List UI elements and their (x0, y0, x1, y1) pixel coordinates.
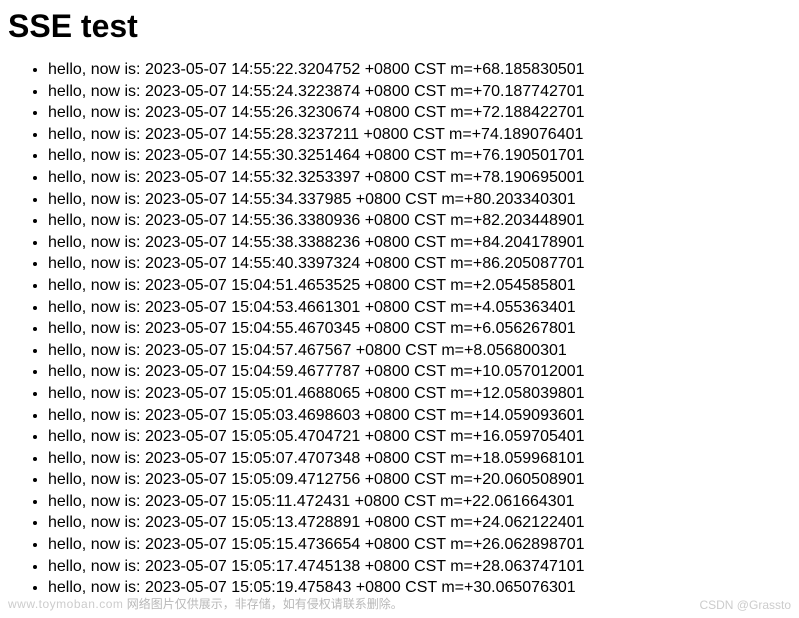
log-entry: hello, now is: 2023-05-07 14:55:30.32514… (48, 145, 799, 167)
log-entry: hello, now is: 2023-05-07 14:55:24.32238… (48, 81, 799, 103)
log-entry: hello, now is: 2023-05-07 15:04:53.46613… (48, 297, 799, 319)
log-entry: hello, now is: 2023-05-07 14:55:28.32372… (48, 124, 799, 146)
log-entry: hello, now is: 2023-05-07 15:05:01.46880… (48, 383, 799, 405)
log-entry: hello, now is: 2023-05-07 14:55:34.33798… (48, 189, 799, 211)
log-entry: hello, now is: 2023-05-07 14:55:26.32306… (48, 102, 799, 124)
log-entry: hello, now is: 2023-05-07 14:55:38.33882… (48, 232, 799, 254)
log-entry: hello, now is: 2023-05-07 15:04:59.46777… (48, 361, 799, 383)
log-entry: hello, now is: 2023-05-07 14:55:32.32533… (48, 167, 799, 189)
page-title: SSE test (8, 8, 791, 45)
log-entry: hello, now is: 2023-05-07 15:05:05.47047… (48, 426, 799, 448)
sse-log-list: hello, now is: 2023-05-07 14:55:22.32047… (48, 59, 799, 599)
log-entry: hello, now is: 2023-05-07 14:55:40.33973… (48, 253, 799, 275)
log-entry: hello, now is: 2023-05-07 14:55:22.32047… (48, 59, 799, 81)
log-entry: hello, now is: 2023-05-07 15:04:55.46703… (48, 318, 799, 340)
log-entry: hello, now is: 2023-05-07 15:05:15.47366… (48, 534, 799, 556)
log-entry: hello, now is: 2023-05-07 15:04:57.46756… (48, 340, 799, 362)
footer-domain: www.toymoban.com (8, 597, 123, 611)
footer-cn-text: 网络图片仅供展示，非存储，如有侵权请联系删除。 (127, 597, 403, 611)
log-entry: hello, now is: 2023-05-07 15:05:11.47243… (48, 491, 799, 513)
log-entry: hello, now is: 2023-05-07 15:05:09.47127… (48, 469, 799, 491)
log-entry: hello, now is: 2023-05-07 15:05:17.47451… (48, 556, 799, 578)
log-entry: hello, now is: 2023-05-07 15:04:51.46535… (48, 275, 799, 297)
footer-left: www.toymoban.com 网络图片仅供展示，非存储，如有侵权请联系删除。 (8, 595, 403, 612)
log-entry: hello, now is: 2023-05-07 15:05:07.47073… (48, 448, 799, 470)
log-entry: hello, now is: 2023-05-07 14:55:36.33809… (48, 210, 799, 232)
log-entry: hello, now is: 2023-05-07 15:05:13.47288… (48, 512, 799, 534)
log-entry: hello, now is: 2023-05-07 15:05:03.46986… (48, 405, 799, 427)
